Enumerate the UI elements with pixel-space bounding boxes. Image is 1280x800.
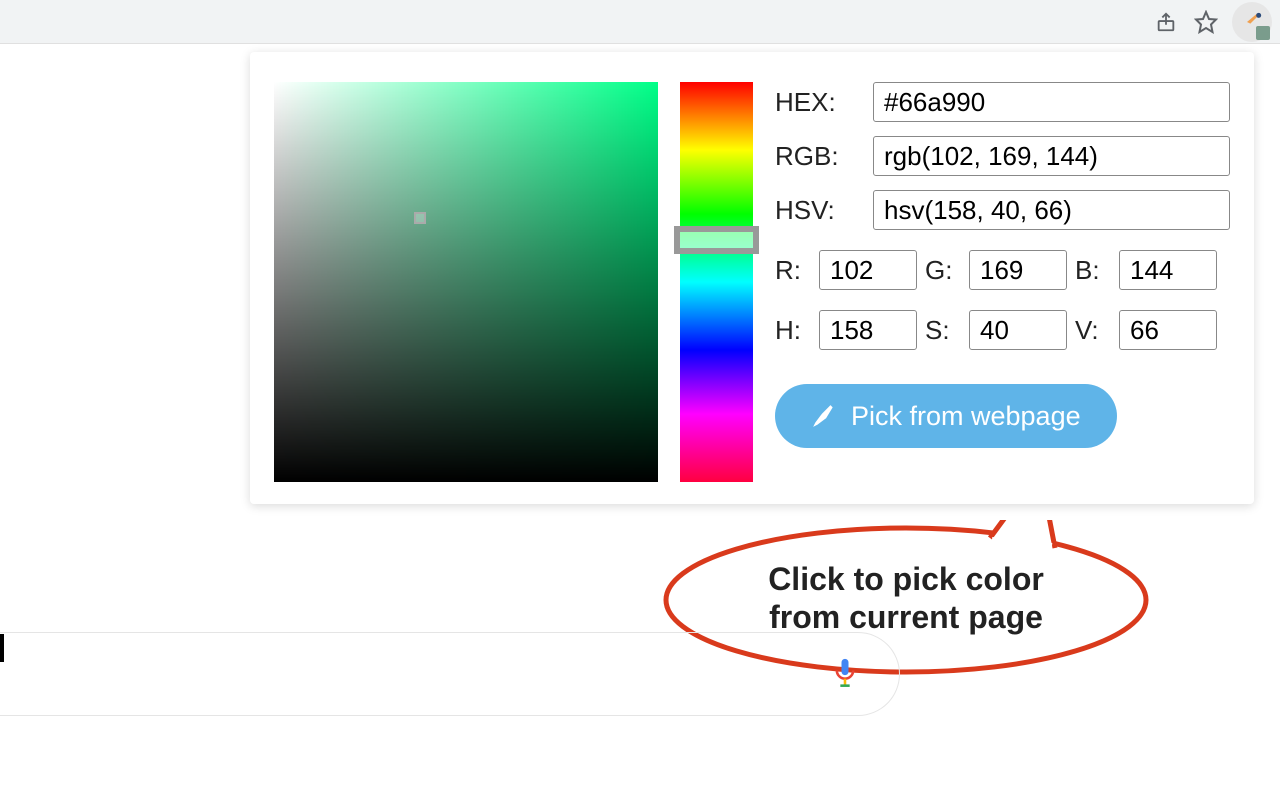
h-input[interactable] [819, 310, 917, 350]
hue-slider[interactable] [674, 226, 759, 254]
h-label: H: [775, 315, 811, 346]
eyedropper-icon [811, 403, 837, 429]
browser-toolbar [0, 0, 1280, 44]
g-label: G: [925, 255, 961, 286]
controls-panel: HEX: RGB: HSV: R: G: B: H: S: V: [775, 82, 1230, 474]
pick-button-label: Pick from webpage [851, 401, 1081, 432]
sv-pointer[interactable] [414, 212, 426, 224]
star-icon[interactable] [1192, 8, 1220, 36]
r-input[interactable] [819, 250, 917, 290]
extension-icon[interactable] [1232, 2, 1272, 42]
s-input[interactable] [969, 310, 1067, 350]
callout-line2: from current page [769, 599, 1043, 635]
rgb-input[interactable] [873, 136, 1230, 176]
saturation-value-area[interactable] [274, 82, 658, 482]
text-cursor [0, 634, 4, 662]
hue-strip[interactable] [680, 82, 753, 482]
search-bar[interactable] [0, 632, 900, 716]
callout-line1: Click to pick color [768, 561, 1044, 597]
s-label: S: [925, 315, 961, 346]
microphone-icon[interactable] [831, 656, 859, 692]
hex-input[interactable] [873, 82, 1230, 122]
color-swatch-icon [1256, 26, 1270, 40]
pick-from-webpage-button[interactable]: Pick from webpage [775, 384, 1117, 448]
rgb-label: RGB: [775, 141, 867, 172]
b-label: B: [1075, 255, 1111, 286]
g-input[interactable] [969, 250, 1067, 290]
v-input[interactable] [1119, 310, 1217, 350]
hex-label: HEX: [775, 87, 867, 118]
b-input[interactable] [1119, 250, 1217, 290]
hsv-input[interactable] [873, 190, 1230, 230]
v-label: V: [1075, 315, 1111, 346]
r-label: R: [775, 255, 811, 286]
hsv-label: HSV: [775, 195, 867, 226]
color-picker-popup: HEX: RGB: HSV: R: G: B: H: S: V: [250, 52, 1254, 504]
share-icon[interactable] [1152, 8, 1180, 36]
